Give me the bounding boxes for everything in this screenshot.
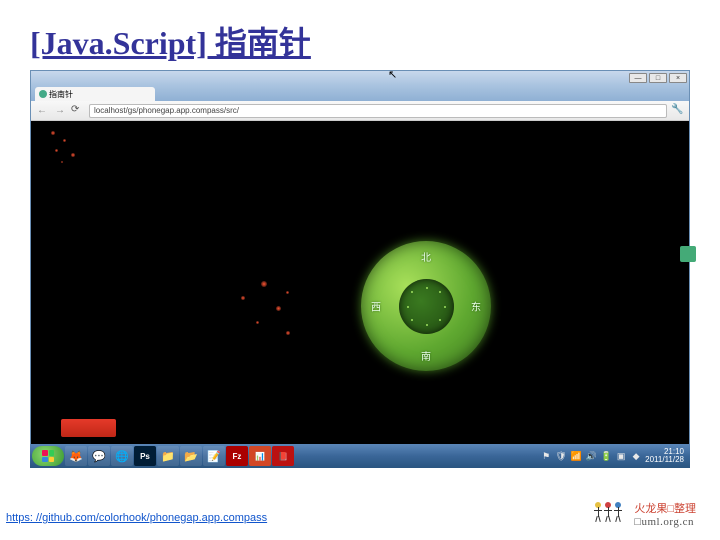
red-bar-graphic — [61, 419, 116, 437]
taskbar-app-powerpoint[interactable]: 📊 — [249, 446, 271, 466]
browser-titlebar: — □ × — [31, 71, 689, 85]
slide-title: [Java.Script] 指南针 — [30, 18, 311, 64]
browser-toolbar: ← → ⟳ localhost/gs/phonegap.app.compass/… — [31, 101, 689, 121]
clock-date: 2011/11/28 — [645, 456, 684, 464]
compass-east-label: 东 — [471, 299, 481, 314]
desktop-icon[interactable] — [680, 246, 696, 262]
taskbar: 🦊💬🌐Ps📁📂📝Fz📊📕 ⚑🛡📶🔊🔋▣◆ 21:10 2011/11/28 — [30, 444, 690, 468]
forward-button[interactable]: → — [53, 104, 67, 118]
tab-strip: 指南针 — [31, 85, 689, 101]
url-bar[interactable]: localhost/gs/phonegap.app.compass/src/ — [89, 104, 667, 118]
reload-button[interactable]: ⟳ — [71, 104, 85, 118]
source-link[interactable]: https: //github.com/colorhook/phonegap.a… — [6, 512, 267, 524]
taskbar-app-folder[interactable]: 📂 — [180, 446, 202, 466]
tab-title: 指南针 — [49, 89, 73, 100]
taskbar-app-notepad[interactable]: 📝 — [203, 446, 225, 466]
taskbar-app-acrobat[interactable]: 📕 — [272, 446, 294, 466]
taskbar-app-photoshop[interactable]: Ps — [134, 446, 156, 466]
brand-text-line1: 火龙果□整理 — [634, 503, 696, 516]
compass-north-label: 北 — [421, 249, 431, 264]
compass-west-label: 西 — [371, 299, 381, 314]
taskbar-clock[interactable]: 21:10 2011/11/28 — [645, 448, 684, 464]
close-button[interactable]: × — [669, 73, 687, 83]
branding: 火龙果□整理 □uml.org.cn — [594, 502, 696, 530]
system-tray: ⚑🛡📶🔊🔋▣◆ 21:10 2011/11/28 — [540, 448, 688, 464]
taskbar-app-gtalk[interactable]: 💬 — [88, 446, 110, 466]
taskbar-app-chrome[interactable]: 🌐 — [111, 446, 133, 466]
taskbar-app-explorer[interactable]: 📁 — [157, 446, 179, 466]
tray-network-icon[interactable]: 📶 — [570, 450, 582, 462]
brand-logo-icon — [594, 502, 628, 530]
tab-favicon-icon — [39, 90, 47, 98]
brand-text-line2: □uml.org.cn — [634, 516, 696, 529]
back-button[interactable]: ← — [35, 104, 49, 118]
browser-tab[interactable]: 指南针 — [35, 87, 155, 101]
browser-window: — □ × 指南针 ← → ⟳ localhost/gs/phonegap.ap… — [30, 70, 690, 460]
cursor-icon: ↖ — [388, 68, 397, 81]
minimize-button[interactable]: — — [629, 73, 647, 83]
taskbar-app-filezilla[interactable]: Fz — [226, 446, 248, 466]
compass-south-label: 南 — [421, 348, 431, 363]
page-viewport: 北 南 东 西 — [31, 121, 689, 459]
windows-logo-icon — [42, 450, 54, 462]
wrench-icon[interactable]: 🔧 — [671, 104, 685, 118]
compass-dial: 北 南 东 西 — [361, 241, 491, 371]
tray-battery-icon[interactable]: 🔋 — [600, 450, 612, 462]
tray-flag-icon[interactable]: ⚑ — [540, 450, 552, 462]
tray-app2-icon[interactable]: ◆ — [630, 450, 642, 462]
taskbar-app-firefox[interactable]: 🦊 — [65, 446, 87, 466]
compass-widget[interactable]: 北 南 东 西 — [361, 241, 491, 371]
maximize-button[interactable]: □ — [649, 73, 667, 83]
tray-sound-icon[interactable]: 🔊 — [585, 450, 597, 462]
tray-shield-icon[interactable]: 🛡 — [555, 450, 567, 462]
tray-app1-icon[interactable]: ▣ — [615, 450, 627, 462]
start-button[interactable] — [32, 446, 64, 466]
compass-center — [399, 279, 454, 334]
